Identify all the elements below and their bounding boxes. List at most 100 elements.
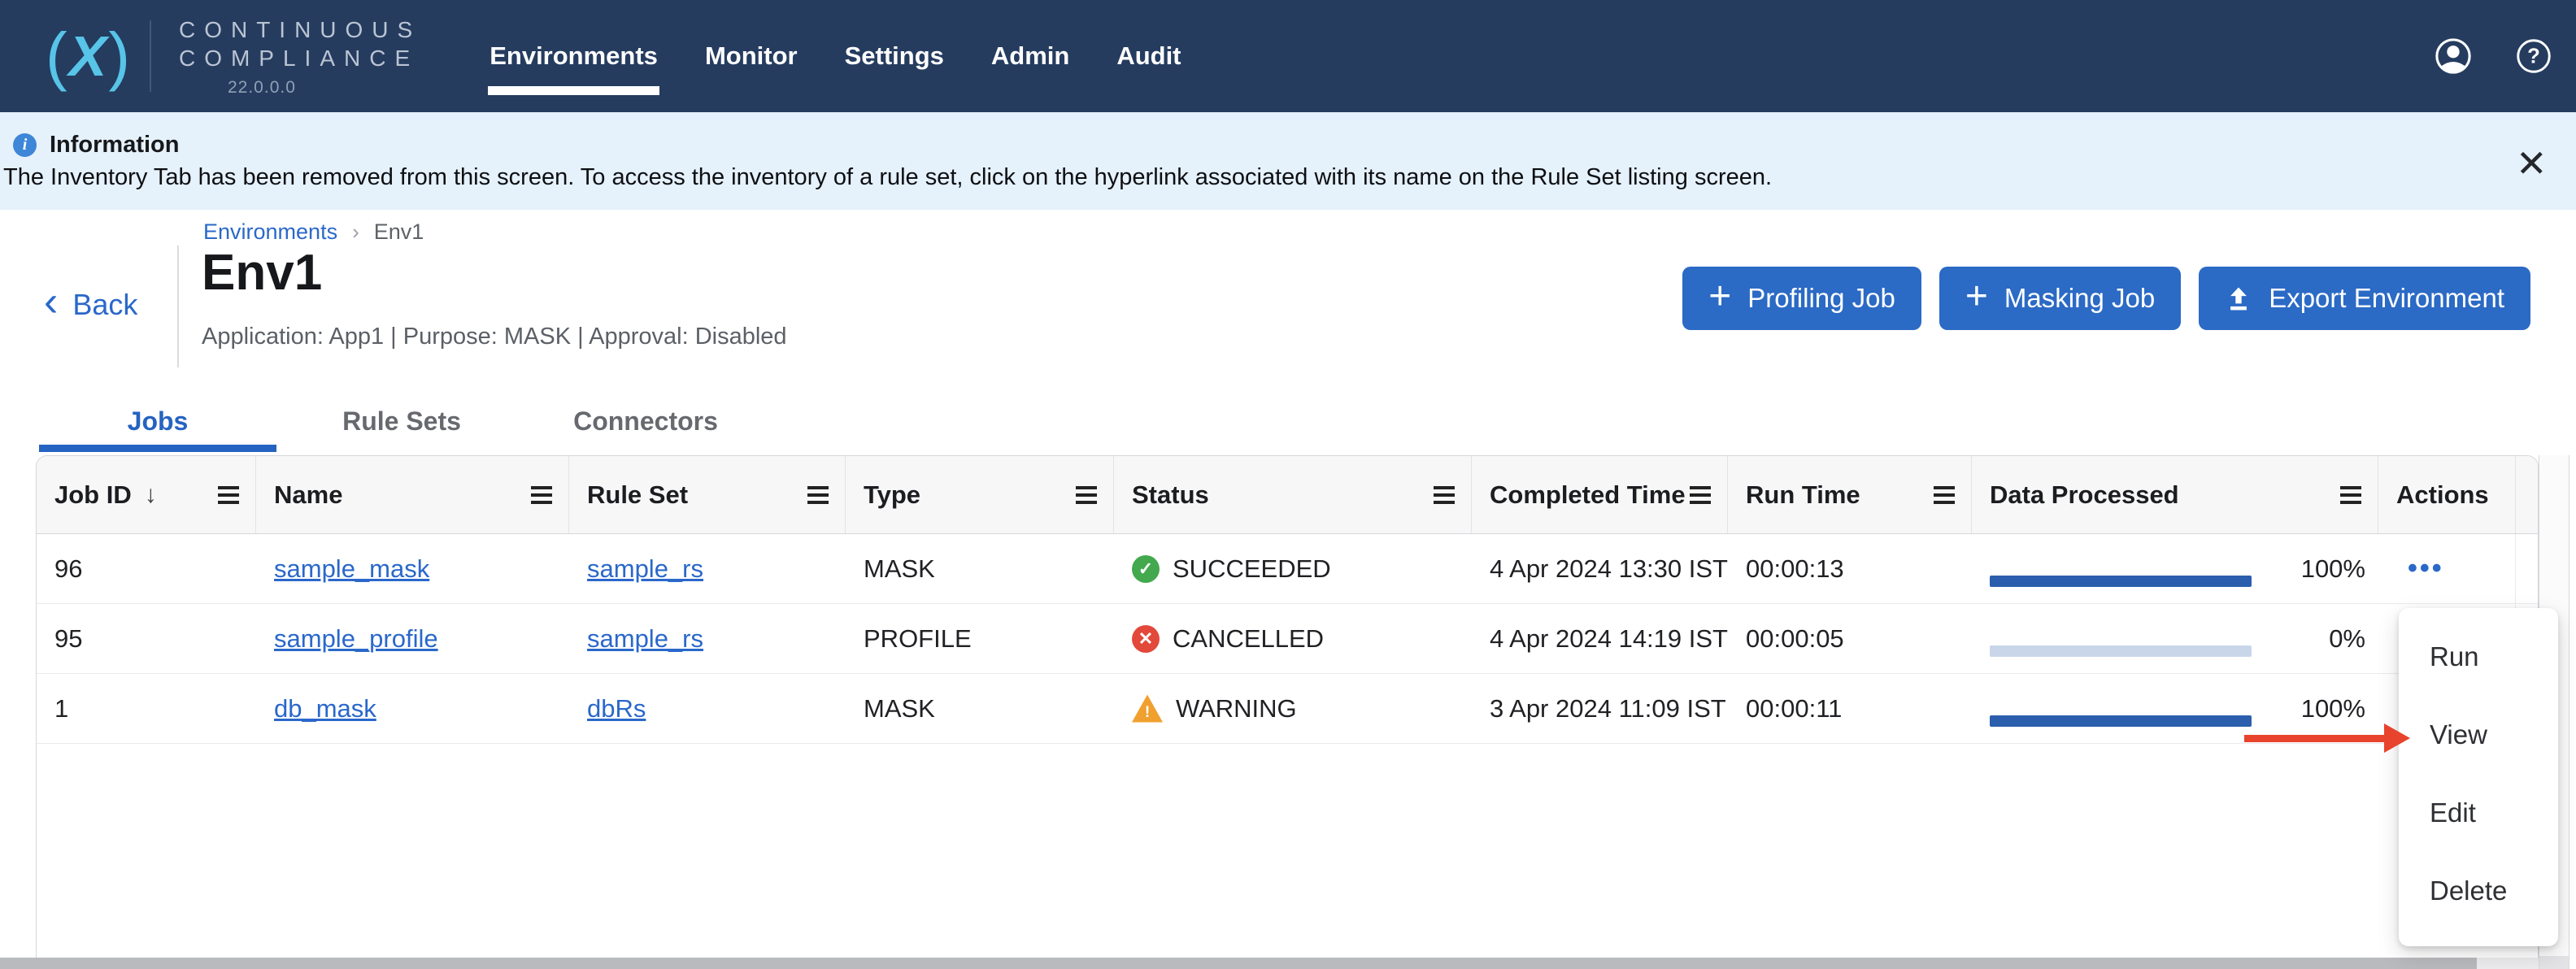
column-menu-icon[interactable] [1934,493,1955,497]
type-header-label: Type [864,480,920,510]
cell-run-time: 00:00:11 [1728,674,1972,743]
column-menu-icon[interactable] [807,493,829,497]
horizontal-scrollbar-thumb[interactable] [0,958,2477,969]
cell-status: ✕ CANCELLED [1114,604,1472,673]
cell-status: ✓ SUCCEEDED [1114,534,1472,603]
column-menu-icon[interactable] [1690,493,1711,497]
column-header-completed-time[interactable]: Completed Time [1472,456,1728,533]
breadcrumb-environments-link[interactable]: Environments [203,219,337,245]
delphix-logo-icon[interactable]: (X) [46,19,128,93]
export-environment-label: Export Environment [2269,283,2504,314]
banner-message: The Inventory Tab has been removed from … [3,164,1772,191]
tab-connectors[interactable]: Connectors [524,395,768,447]
table-row-job-95: 95 sample_profile sample_rs PROFILE ✕ CA… [37,604,2538,674]
row-actions-menu-icon[interactable]: ••• [2396,553,2444,584]
name-header-label: Name [274,480,342,510]
nav-settings[interactable]: Settings [845,41,944,71]
column-header-rule-set[interactable]: Rule Set [569,456,846,533]
job-id-header-label: Job ID [54,480,132,510]
menu-item-view[interactable]: View [2399,696,2558,774]
horizontal-scrollbar[interactable] [0,958,2539,969]
menu-item-edit[interactable]: Edit [2399,774,2558,852]
nav-admin[interactable]: Admin [991,41,1069,71]
progress-bar [1990,576,2252,587]
progress-bar [1990,645,2252,657]
logo-paren-left: ( [46,19,66,93]
nav-environments[interactable]: Environments [490,41,658,71]
profiling-job-button[interactable]: + Profiling Job [1682,267,1921,330]
rule-set-link[interactable]: sample_rs [587,624,703,654]
logo-paren-right: ) [108,19,128,93]
status-label: SUCCEEDED [1173,554,1331,584]
status-label: CANCELLED [1173,624,1324,654]
main-nav: Environments Monitor Settings Admin Audi… [490,41,1181,71]
banner-title: Information [50,132,180,159]
page-action-buttons: + Profiling Job + Masking Job Export Env… [1682,267,2530,330]
column-menu-icon[interactable] [1076,493,1097,497]
progress-percent: 100% [2301,554,2365,584]
sort-descending-icon[interactable]: ↓ [145,481,157,509]
cell-data-processed: 0% [1972,604,2378,673]
back-label: Back [72,288,137,322]
status-label: WARNING [1176,694,1297,723]
column-header-run-time[interactable]: Run Time [1728,456,1972,533]
cell-type: PROFILE [846,604,1114,673]
column-menu-icon[interactable] [218,493,239,497]
table-row-job-96: 96 sample_mask sample_rs MASK ✓ SUCCEEDE… [37,534,2538,604]
info-icon: i [13,133,37,157]
cell-status: ! WARNING [1114,674,1472,743]
status-header-label: Status [1132,480,1209,510]
progress-percent: 0% [2329,624,2365,654]
annotation-arrow-line [2244,735,2387,742]
cell-job-id: 95 [37,604,256,673]
title-divider [177,246,179,367]
column-menu-icon[interactable] [531,493,552,497]
nav-monitor[interactable]: Monitor [705,41,798,71]
masking-job-label: Masking Job [2004,283,2155,314]
tab-rule-sets-label: Rule Sets [342,406,461,437]
tab-jobs[interactable]: Jobs [36,395,280,447]
breadcrumb-chevron-icon: › [352,219,359,245]
app-version: 22.0.0.0 [228,78,421,98]
user-profile-icon[interactable] [2435,37,2472,75]
cell-completed-time: 3 Apr 2024 11:09 IST [1472,674,1728,743]
job-name-link[interactable]: sample_profile [274,624,438,654]
rule-set-link[interactable]: dbRs [587,694,646,723]
rule-set-link[interactable]: sample_rs [587,554,703,584]
breadcrumb-current: Env1 [374,219,424,245]
column-menu-icon[interactable] [2340,493,2361,497]
warning-triangle-icon: ! [1132,695,1163,723]
column-header-status[interactable]: Status [1114,456,1472,533]
back-chevron-icon: ‹ [44,285,58,319]
column-header-name[interactable]: Name [256,456,569,533]
cancelled-cross-icon: ✕ [1132,625,1160,653]
column-menu-icon[interactable] [1434,493,1455,497]
cell-type: MASK [846,534,1114,603]
tab-rule-sets[interactable]: Rule Sets [280,395,524,447]
column-header-type[interactable]: Type [846,456,1114,533]
back-button[interactable]: ‹ Back [44,288,137,322]
help-icon[interactable]: ? [2516,38,2552,74]
information-banner: i Information The Inventory Tab has been… [0,112,2576,210]
breadcrumb: Environments › Env1 [203,219,424,245]
column-header-job-id[interactable]: Job ID ↓ [37,456,256,533]
page-subtitle: Application: App1 | Purpose: MASK | Appr… [202,324,787,350]
brand-line1: CONTINUOUS [179,15,421,44]
banner-close-icon[interactable]: ✕ [2516,145,2548,182]
menu-item-run[interactable]: Run [2399,618,2558,696]
table-row-job-1: 1 db_mask dbRs MASK ! WARNING 3 Apr 2024… [37,674,2538,744]
nav-audit[interactable]: Audit [1116,41,1181,71]
cell-run-time: 00:00:05 [1728,604,1972,673]
export-environment-button[interactable]: Export Environment [2199,267,2530,330]
annotation-arrow-head-icon [2384,723,2410,753]
topbar-icons: ? [2435,37,2552,75]
export-upload-icon [2225,285,2252,312]
job-name-link[interactable]: sample_mask [274,554,429,584]
column-header-data-processed[interactable]: Data Processed [1972,456,2378,533]
job-name-link[interactable]: db_mask [274,694,376,723]
brand-divider [150,20,151,92]
masking-job-button[interactable]: + Masking Job [1939,267,2181,330]
cell-job-id: 1 [37,674,256,743]
menu-item-delete[interactable]: Delete [2399,852,2558,930]
cell-data-processed: 100% [1972,534,2378,603]
